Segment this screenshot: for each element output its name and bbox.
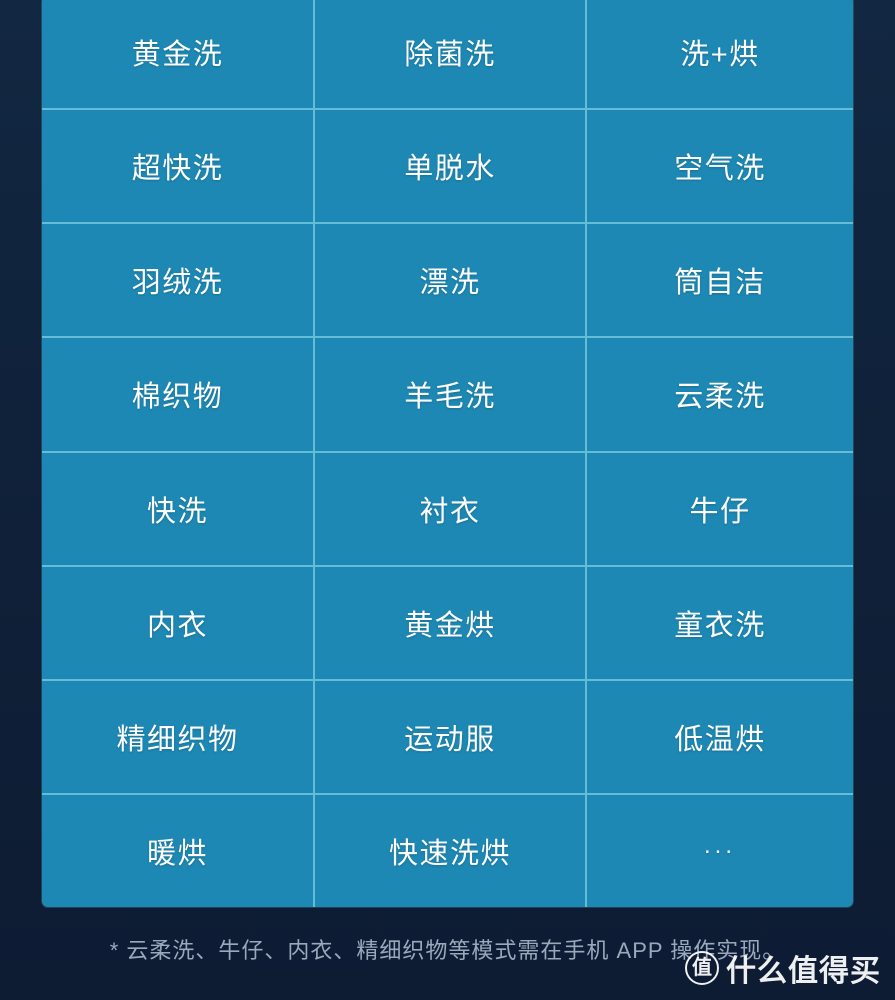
watermark-badge-icon: 值	[685, 951, 719, 985]
mode-cell: 漂洗	[313, 224, 585, 337]
mode-cell: 黄金洗	[131, 39, 224, 72]
mode-cell: 衬衣	[313, 452, 585, 565]
mode-cell: 单脱水	[313, 110, 585, 223]
mode-cell: 快洗	[146, 495, 208, 528]
table-row: 超快洗 单脱水 空气洗	[42, 108, 853, 223]
mode-cell: 黄金烘	[313, 566, 585, 679]
mode-cell: 暖烘	[146, 837, 208, 870]
mode-cell: 快速洗烘	[313, 794, 585, 907]
table-row: 黄金洗 除菌洗 洗+烘	[42, 0, 853, 109]
mode-cell: 除菌洗	[313, 0, 585, 109]
mode-cell: 棉织物	[131, 381, 224, 414]
mode-cell: ...	[585, 794, 853, 907]
content-stage: 黄金洗 除菌洗 洗+烘超快洗 单脱水 空气洗羽绒洗 漂洗 筒自洁棉织物 羊毛洗 云柔洗快洗 衬衣牛…	[0, 0, 895, 1000]
mode-cell: 羊毛洗	[313, 338, 585, 451]
table-row: 快洗 衬衣 牛仔	[42, 450, 853, 565]
table-row: 棉织物 羊毛洗 云柔洗	[42, 336, 853, 451]
mode-cell: 超快洗	[131, 153, 224, 186]
mode-cell: 羽绒洗	[131, 267, 224, 300]
table-row: 羽绒洗 漂洗 筒自洁	[42, 222, 853, 337]
table-row: 精细织物 运动服 低温烘	[42, 678, 853, 793]
wash-mode-table: 黄金洗 除菌洗 洗+烘超快洗 单脱水 空气洗羽绒洗 漂洗 筒自洁棉织物 羊毛洗 云柔洗快洗 衬衣牛…	[42, 0, 853, 907]
mode-cell: 洗+烘	[585, 0, 853, 109]
mode-cell: 牛仔	[585, 452, 853, 565]
mode-cell: 运动服	[313, 680, 585, 793]
watermark: 值 什么值得买	[685, 946, 881, 990]
table-row: 暖烘 快速洗烘...	[42, 792, 853, 907]
mode-cell: 筒自洁	[585, 224, 853, 337]
mode-cell: 低温烘	[585, 680, 853, 793]
mode-cell: 童衣洗	[585, 566, 853, 679]
watermark-label: 什么值得买	[726, 955, 881, 988]
mode-cell: 空气洗	[585, 110, 853, 223]
table-row: 内衣 黄金烘 童衣洗	[42, 564, 853, 679]
mode-cell: 内衣	[146, 609, 208, 642]
mode-cell: 精细织物	[116, 723, 239, 756]
mode-cell: 云柔洗	[585, 338, 853, 451]
